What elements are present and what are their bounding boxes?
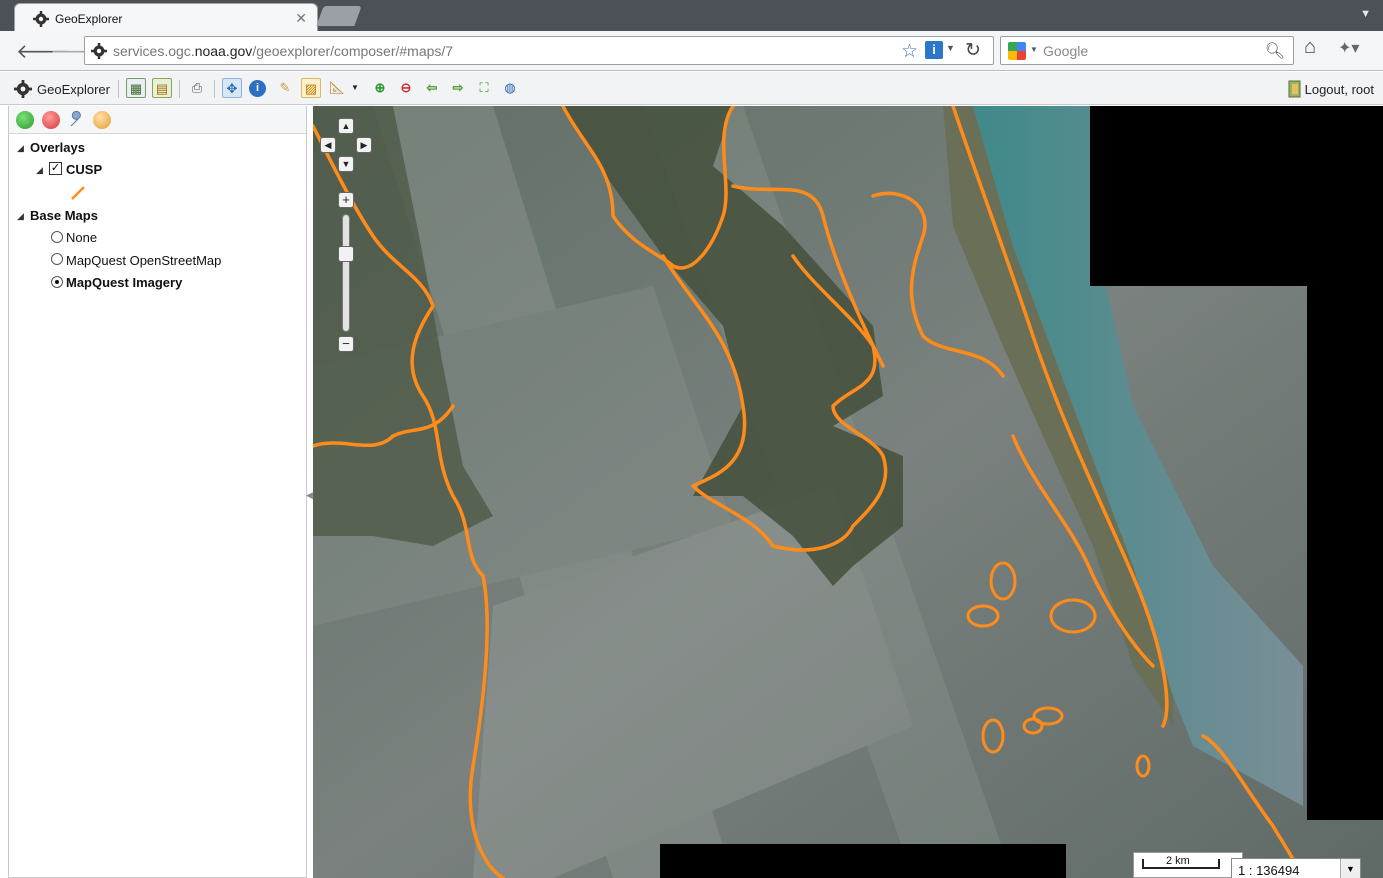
scale-selector[interactable]: 1 : 136494 ▼ xyxy=(1231,858,1361,878)
search-icon[interactable]: 🔍︎ xyxy=(1265,41,1285,61)
basemap-none-radio[interactable] xyxy=(51,231,63,243)
save-map-icon[interactable]: ▤ xyxy=(152,78,172,98)
scale-bar-line xyxy=(1142,867,1220,869)
toolbar-divider xyxy=(179,80,180,98)
toolbar-divider xyxy=(214,80,215,98)
zoom-to-max-extent-icon[interactable]: ⛶ xyxy=(474,78,494,98)
url-path: /geoexplorer/composer/#maps/7 xyxy=(252,43,454,59)
search-placeholder: Google xyxy=(1043,43,1089,59)
tab-title: GeoExplorer xyxy=(55,12,123,26)
zoom-slider-handle[interactable] xyxy=(338,246,354,262)
toolbar-divider xyxy=(118,80,119,98)
new-tab-button[interactable] xyxy=(316,6,362,26)
app-toolbar: GeoExplorer ▦ ▤ ⎙ ✥ i ✎ ▨ 📐︎ ▼ ⊕ ⊖ ⇦ ⇨ ⛶… xyxy=(0,72,1383,105)
cusp-legend-line-icon xyxy=(71,186,85,200)
settings-menu-icon[interactable]: ✦▾ xyxy=(1338,38,1359,58)
browser-tab-strip: GeoExplorer ✕ ▼ xyxy=(0,0,1383,32)
next-extent-icon[interactable]: ⇨ xyxy=(448,78,468,98)
aerial-imagery xyxy=(313,106,1383,878)
basemap-imagery-radio[interactable] xyxy=(51,276,63,288)
scale-value: 1 : 136494 xyxy=(1238,863,1300,878)
previous-extent-icon[interactable]: ⇦ xyxy=(422,78,442,98)
url-host: noaa.gov xyxy=(194,43,253,59)
map-viewport[interactable]: ▲ ◀ ▶ ▼ + − 2 km 1 : 136494 ▼ xyxy=(313,106,1383,878)
measure-dropdown-icon[interactable]: ▼ xyxy=(345,78,365,98)
pan-north-icon[interactable]: ▲ xyxy=(338,118,354,134)
scale-dropdown-icon[interactable]: ▼ xyxy=(1340,859,1360,878)
add-layer-icon[interactable] xyxy=(16,111,34,129)
page-info-icon[interactable]: i xyxy=(925,41,943,59)
logout-link[interactable]: Logout, root xyxy=(1305,82,1374,97)
scale-bar: 2 km xyxy=(1133,852,1243,878)
zoom-slider-track[interactable] xyxy=(342,214,350,332)
layer-styles-palette-icon[interactable] xyxy=(93,111,111,129)
edit-feature-icon[interactable]: ✎ xyxy=(275,78,295,98)
search-engine-dropdown-icon[interactable]: ▼ xyxy=(1030,45,1038,54)
pan-east-icon[interactable]: ▶ xyxy=(356,137,372,153)
scale-bar-label: 2 km xyxy=(1166,855,1190,867)
search-box[interactable]: ▼ Google 🔍︎ xyxy=(1000,36,1294,65)
logout-icon[interactable] xyxy=(1287,80,1303,98)
print-icon[interactable]: ⎙ xyxy=(187,78,207,98)
address-bar[interactable]: services.ogc.noaa.gov/geoexplorer/compos… xyxy=(84,36,994,65)
nodata-area-south xyxy=(660,844,1066,878)
close-tab-icon[interactable]: ✕ xyxy=(295,10,307,27)
cusp-layer-label[interactable]: CUSP xyxy=(66,162,102,177)
pan-west-icon[interactable]: ◀ xyxy=(320,137,336,153)
site-favicon-icon xyxy=(91,43,107,59)
home-icon[interactable]: ⌂ xyxy=(1304,36,1316,59)
map-zoom-in-icon[interactable]: + xyxy=(338,192,354,208)
app-name[interactable]: GeoExplorer xyxy=(37,82,110,97)
measure-icon[interactable]: 📐︎ xyxy=(327,78,347,98)
google-search-engine-icon[interactable] xyxy=(1008,42,1026,60)
zoom-out-icon[interactable]: ⊖ xyxy=(396,78,416,98)
page-info-dropdown-icon[interactable]: ▼ xyxy=(946,43,955,53)
basemap-imagery-label[interactable]: MapQuest Imagery xyxy=(66,275,182,290)
cusp-layer-checkbox[interactable]: ✓ xyxy=(49,162,62,175)
bookmark-star-icon[interactable]: ☆ xyxy=(901,40,918,63)
query-icon[interactable]: ▨ xyxy=(301,78,321,98)
scale-bar-right-tick xyxy=(1218,859,1220,869)
url-text: services.ogc.noaa.gov/geoexplorer/compos… xyxy=(113,43,453,59)
pan-tool-icon[interactable]: ✥ xyxy=(222,78,242,98)
basemap-none-label[interactable]: None xyxy=(66,230,97,245)
map-zoom-out-icon[interactable]: − xyxy=(338,336,354,352)
collapse-overlays-icon[interactable]: ◢ xyxy=(17,143,24,154)
basemaps-folder-label: Base Maps xyxy=(30,208,98,223)
zoom-in-icon[interactable]: ⊕ xyxy=(370,78,390,98)
collapse-basemaps-icon[interactable]: ◢ xyxy=(17,211,24,222)
overlays-folder-label: Overlays xyxy=(30,140,85,155)
tab-menu-icon[interactable]: ▼ xyxy=(1360,8,1371,20)
panel-collapse-splitter-icon[interactable]: ◀ xyxy=(306,490,313,530)
google-earth-icon[interactable]: ◍ xyxy=(500,78,520,98)
remove-layer-icon[interactable] xyxy=(42,111,60,129)
browser-tab-geoexplorer[interactable]: GeoExplorer ✕ xyxy=(14,3,318,32)
basemap-osm-label[interactable]: MapQuest OpenStreetMap xyxy=(66,253,221,268)
layer-toolbar xyxy=(9,106,306,134)
layer-properties-wrench-icon[interactable] xyxy=(67,111,85,129)
pan-south-icon[interactable]: ▼ xyxy=(338,156,354,172)
url-prefix: services.ogc. xyxy=(113,43,195,59)
layer-tree-panel: ◢ Overlays ◢ ✓ CUSP ◢ Base Maps None Map… xyxy=(8,106,307,878)
basemap-osm-radio[interactable] xyxy=(51,253,63,265)
geoexplorer-favicon-icon xyxy=(33,11,49,27)
browser-toolbar: 🡐 🡒 services.ogc.noaa.gov/geoexplorer/co… xyxy=(0,31,1383,71)
identify-info-icon[interactable]: i xyxy=(249,80,266,97)
reload-icon[interactable]: ↻ xyxy=(965,39,981,62)
map-properties-icon[interactable]: ▦ xyxy=(126,78,146,98)
collapse-cusp-icon[interactable]: ◢ xyxy=(36,165,43,176)
geoexplorer-logo-icon[interactable] xyxy=(14,80,32,98)
